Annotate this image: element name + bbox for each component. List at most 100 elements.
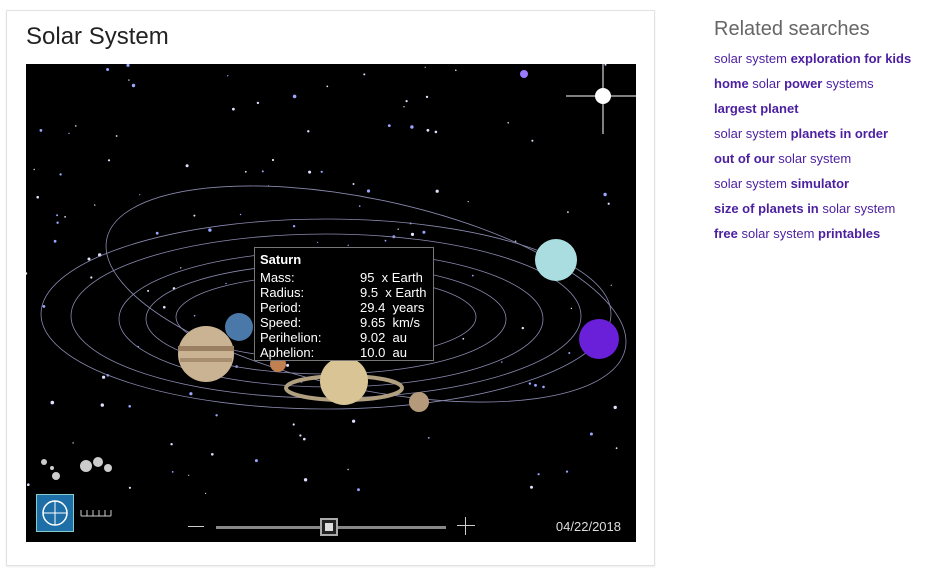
star xyxy=(530,485,533,489)
star xyxy=(254,459,258,463)
star xyxy=(292,94,297,99)
planet-neptune xyxy=(579,319,619,359)
related-search-link[interactable]: free solar system printables xyxy=(714,226,919,251)
star xyxy=(286,363,290,367)
star xyxy=(507,122,510,124)
planet-earth xyxy=(225,313,253,341)
tooltip-row-value: 9.5 x Earth xyxy=(360,285,427,300)
sun-flare xyxy=(566,64,636,134)
star xyxy=(139,194,141,196)
star xyxy=(424,66,426,68)
related-search-text: simulator xyxy=(790,176,850,191)
star xyxy=(100,403,105,407)
related-search-link[interactable]: size of planets in solar system xyxy=(714,201,919,226)
star xyxy=(531,139,534,142)
star xyxy=(426,128,430,132)
star xyxy=(366,189,371,193)
moons-cluster xyxy=(41,457,112,480)
star xyxy=(568,352,571,354)
related-search-text: largest planet xyxy=(714,101,799,116)
time-slider-handle[interactable] xyxy=(320,518,338,536)
tooltip-row-label: Perihelion: xyxy=(260,330,322,345)
star xyxy=(239,213,242,216)
star xyxy=(36,195,39,199)
star xyxy=(189,392,193,396)
related-search-link[interactable]: home solar power systems xyxy=(714,76,919,101)
jupiter-band xyxy=(178,346,234,351)
related-search-text: solar system xyxy=(714,126,791,141)
related-search-text: free xyxy=(714,226,738,241)
star xyxy=(410,125,414,129)
star xyxy=(50,400,55,405)
tooltip-row-value: 29.4 years xyxy=(360,300,425,315)
related-search-link[interactable]: solar system exploration for kids xyxy=(714,51,919,76)
related-search-link[interactable]: solar system simulator xyxy=(714,176,919,201)
star xyxy=(53,239,57,243)
solar-system-visualization[interactable]: Saturn Mass: 95 x Earth Radius: 9.5 x Earth… xyxy=(26,64,636,542)
star xyxy=(462,337,465,340)
star xyxy=(521,326,524,330)
star xyxy=(303,478,308,482)
star xyxy=(317,241,319,243)
star xyxy=(126,64,130,67)
related-search-text: power xyxy=(784,76,823,91)
tooltip-row-label: Mass: xyxy=(260,270,295,285)
related-search-link[interactable]: solar system planets in order xyxy=(714,126,919,151)
zoom-out-button[interactable] xyxy=(186,518,206,536)
star xyxy=(567,211,569,214)
star xyxy=(610,284,612,286)
tooltip-row: Speed: 9.65 km/s xyxy=(260,315,428,330)
related-searches: Related searches solar system exploratio… xyxy=(714,18,919,251)
star xyxy=(155,231,159,235)
star xyxy=(589,432,593,436)
star xyxy=(410,232,415,236)
current-date: 04/22/2018 xyxy=(555,519,621,534)
star xyxy=(115,135,118,137)
star xyxy=(542,385,545,389)
star xyxy=(615,447,618,450)
star xyxy=(170,443,173,446)
tooltip-row-label: Aphelion: xyxy=(260,345,315,360)
star xyxy=(68,132,70,135)
star xyxy=(215,414,218,417)
star xyxy=(320,170,323,173)
star xyxy=(225,282,227,285)
tooltip-row: Mass: 95 x Earth xyxy=(260,270,428,285)
star xyxy=(107,159,111,162)
tooltip-row-value: 10.0 au xyxy=(360,345,407,360)
tooltip-row: Period: 29.4 years xyxy=(260,300,428,315)
star xyxy=(455,69,457,72)
related-links-list: solar system exploration for kids home so… xyxy=(714,51,919,251)
star xyxy=(501,361,503,363)
star xyxy=(128,486,131,489)
tooltip-row-value: 9.02 au xyxy=(360,330,407,345)
planet-jupiter xyxy=(178,326,234,382)
star xyxy=(244,170,247,173)
star xyxy=(90,276,93,279)
card-title: Solar System xyxy=(26,23,169,50)
star xyxy=(271,158,275,162)
tooltip-row-value: 95 x Earth xyxy=(360,270,423,285)
star xyxy=(425,95,429,99)
star xyxy=(405,100,408,103)
tooltip-row-value: 9.65 km/s xyxy=(360,315,420,330)
scale-ruler xyxy=(80,510,112,517)
related-search-link[interactable]: largest planet xyxy=(714,101,919,126)
star xyxy=(427,437,430,439)
star xyxy=(205,492,207,494)
star xyxy=(607,202,610,205)
app-logo-icon[interactable] xyxy=(36,494,74,532)
purple-star xyxy=(520,70,528,78)
tooltip-row-label: Speed: xyxy=(260,315,302,330)
star xyxy=(180,267,182,269)
star xyxy=(387,124,391,127)
star xyxy=(534,383,537,387)
star xyxy=(163,305,166,309)
star xyxy=(42,305,46,308)
related-search-link[interactable]: out of our solar system xyxy=(714,151,919,176)
star xyxy=(26,272,28,275)
star xyxy=(94,204,96,206)
planet-pluto xyxy=(409,392,429,412)
zoom-in-button[interactable] xyxy=(457,517,475,535)
planet-tooltip: Saturn Mass: 95 x Earth Radius: 9.5 x Earth… xyxy=(254,247,434,361)
